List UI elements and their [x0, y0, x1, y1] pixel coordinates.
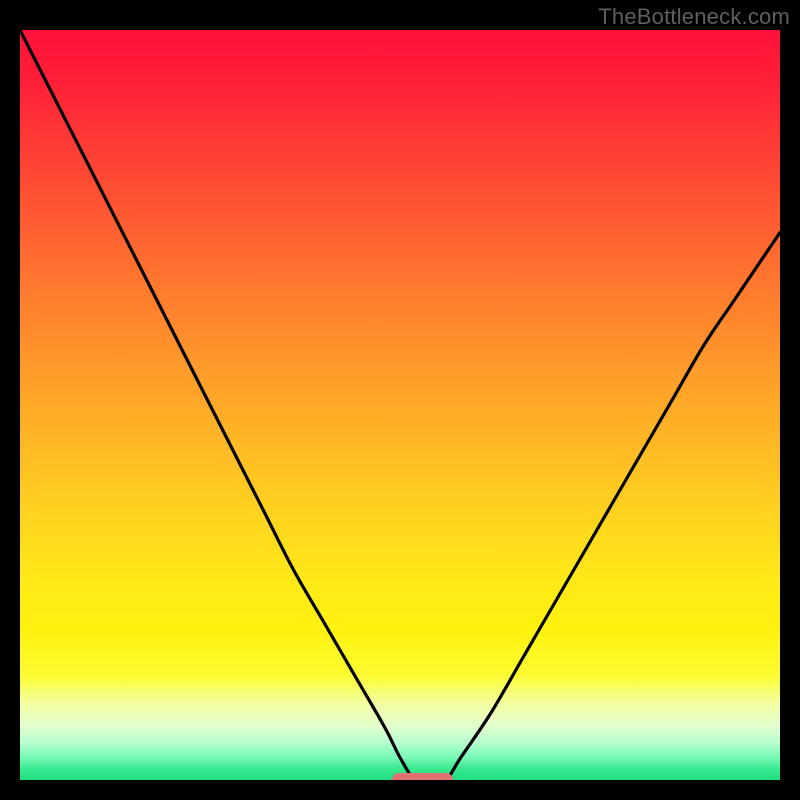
optimal-range-marker	[392, 773, 453, 780]
chart-frame: TheBottleneck.com	[0, 0, 800, 800]
plot-area	[20, 30, 780, 780]
curve-path	[20, 30, 780, 780]
watermark-text: TheBottleneck.com	[598, 4, 790, 30]
bottleneck-curve	[20, 30, 780, 780]
